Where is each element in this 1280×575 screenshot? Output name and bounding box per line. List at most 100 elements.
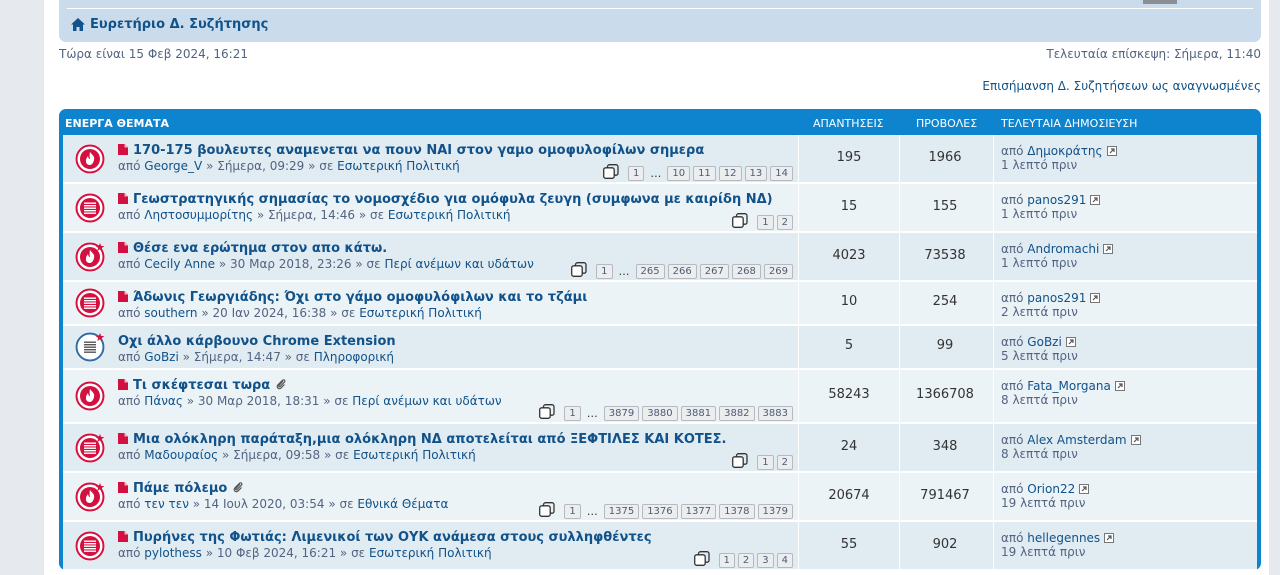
- page-link[interactable]: 1: [718, 552, 735, 568]
- page-link[interactable]: 2: [776, 454, 793, 470]
- forum-link[interactable]: Εσωτερική Πολιτική: [369, 546, 492, 560]
- topic-list-icon[interactable]: [75, 531, 105, 561]
- forum-link[interactable]: Εσωτερική Πολιτική: [359, 306, 482, 320]
- last-author-link[interactable]: panos291: [1027, 193, 1086, 207]
- author-link[interactable]: George_V: [144, 159, 202, 173]
- author-link[interactable]: Ληστοσυμμορίτης: [144, 208, 253, 222]
- goto-last-post-icon[interactable]: [1099, 242, 1114, 256]
- page-link[interactable]: 1: [564, 503, 581, 519]
- mark-forums-read-link[interactable]: Επισήμανση Δ. Συζητήσεων ως αναγνωσμένες: [982, 79, 1261, 93]
- page-link[interactable]: 265: [635, 263, 665, 279]
- topic-title-link[interactable]: Οχι άλλο κάρβουνο Chrome Extension: [118, 334, 396, 349]
- page-link[interactable]: 3879: [603, 405, 640, 421]
- newest-post-icon[interactable]: [118, 530, 128, 545]
- author-link[interactable]: pylothess: [144, 546, 202, 560]
- forum-link[interactable]: Εσωτερική Πολιτική: [388, 208, 511, 222]
- topic-title-link[interactable]: Θέσε ενα ερώτημα στον απο κάτω.: [133, 241, 387, 256]
- last-author-link[interactable]: panos291: [1027, 291, 1086, 305]
- page-link[interactable]: 10: [667, 165, 691, 181]
- page-link[interactable]: 268: [731, 263, 761, 279]
- page-link[interactable]: 13: [744, 165, 768, 181]
- forum-link[interactable]: Εσωτερική Πολιτική: [337, 159, 460, 173]
- page-link[interactable]: 3882: [719, 405, 755, 421]
- newest-post-icon[interactable]: [118, 192, 128, 207]
- forum-link[interactable]: Εθνικά Θέματα: [357, 497, 448, 511]
- goto-last-post-icon[interactable]: [1075, 482, 1090, 496]
- author-link[interactable]: Πάνας: [144, 394, 183, 408]
- topic-title-link[interactable]: Γεωστρατηγικής σημασίας το νομοσχέδιο γι…: [133, 192, 773, 207]
- page-link[interactable]: 1379: [757, 503, 793, 519]
- forum-link[interactable]: Εσωτερική Πολιτική: [353, 448, 476, 462]
- author-link[interactable]: τεν τεν: [144, 497, 189, 511]
- author-link[interactable]: Cecily Anne: [144, 257, 215, 271]
- document-icon: [118, 481, 128, 493]
- topic-list-mine-icon[interactable]: [75, 433, 105, 463]
- page-link[interactable]: 3883: [757, 405, 793, 421]
- newest-post-icon[interactable]: [118, 241, 128, 256]
- goto-last-post-icon[interactable]: [1086, 193, 1101, 207]
- forum-link[interactable]: Πληροφορική: [314, 350, 394, 364]
- page-link[interactable]: 2: [737, 552, 755, 568]
- last-author-link[interactable]: Δημοκράτης: [1027, 144, 1102, 158]
- forum-link[interactable]: Περί ανέμων και υδάτων: [352, 394, 501, 408]
- last-author-link[interactable]: GoBzi: [1027, 335, 1062, 349]
- post-date: » Σήμερα, 14:47 » σε: [178, 350, 314, 364]
- page-link[interactable]: 1: [627, 165, 645, 181]
- topic-title-link[interactable]: Πάμε πόλεμο: [133, 481, 227, 496]
- topic-title-link[interactable]: Μια ολόκληρη παράταξη,μια ολόκληρη ΝΔ απ…: [133, 432, 726, 447]
- page-link[interactable]: 1376: [642, 503, 678, 519]
- last-author-link[interactable]: Andromachi: [1027, 242, 1099, 256]
- breadcrumb[interactable]: Ευρετήριο Δ. Συζήτησης: [71, 17, 268, 32]
- page-link[interactable]: 1: [564, 405, 581, 421]
- page-link[interactable]: 1377: [680, 503, 717, 519]
- last-author-link[interactable]: Orion22: [1027, 482, 1075, 496]
- avatar[interactable]: [1143, 0, 1177, 4]
- page-link[interactable]: 266: [667, 263, 697, 279]
- forum-link[interactable]: Περί ανέμων και υδάτων: [384, 257, 533, 271]
- page-link[interactable]: 11: [693, 165, 716, 181]
- page-link[interactable]: 3: [757, 552, 774, 568]
- goto-last-post-icon[interactable]: [1062, 335, 1076, 349]
- hot-topic-icon[interactable]: [75, 381, 105, 411]
- topic-title-link[interactable]: Τι σκέφτεσαι τωρα: [133, 378, 270, 393]
- page-link[interactable]: 1375: [603, 503, 640, 519]
- page-link[interactable]: 14: [770, 165, 793, 181]
- newest-post-icon[interactable]: [118, 290, 128, 305]
- page-link[interactable]: 1: [757, 454, 774, 470]
- page-link[interactable]: 12: [718, 165, 742, 181]
- author-link[interactable]: Μαδουραίος: [144, 448, 218, 462]
- last-author-link[interactable]: Fata_Morgana: [1027, 379, 1111, 393]
- topic-list-icon[interactable]: [75, 288, 105, 318]
- author-link[interactable]: southern: [144, 306, 197, 320]
- goto-last-post-icon[interactable]: [1086, 291, 1101, 305]
- page-link[interactable]: 2: [776, 214, 793, 230]
- page-link[interactable]: 4: [776, 552, 793, 568]
- hot-topic-mine-icon[interactable]: [75, 242, 105, 272]
- goto-last-post-icon[interactable]: [1127, 433, 1141, 447]
- page-wrap: Ευρετήριο Δ. Συζήτησης Τώρα είναι 15 Φεβ…: [44, 0, 1269, 575]
- goto-last-post-icon[interactable]: [1100, 531, 1115, 545]
- last-author-link[interactable]: Alex Amsterdam: [1027, 433, 1126, 447]
- hot-topic-icon[interactable]: [75, 144, 105, 174]
- goto-last-post-icon[interactable]: [1111, 379, 1125, 393]
- newest-post-icon[interactable]: [118, 481, 128, 496]
- last-author-link[interactable]: hellegennes: [1027, 531, 1100, 545]
- author-link[interactable]: GoBzi: [144, 350, 179, 364]
- topic-read-mine-icon[interactable]: [75, 332, 105, 362]
- goto-last-post-icon[interactable]: [1103, 144, 1117, 158]
- topic-list-icon[interactable]: [75, 193, 105, 223]
- topic-title-link[interactable]: 170-175 βουλευτες αναμενεται να πουν ΝΑΙ…: [133, 143, 704, 158]
- page-link[interactable]: 1: [596, 263, 613, 279]
- newest-post-icon[interactable]: [118, 378, 128, 393]
- page-link[interactable]: 1378: [719, 503, 755, 519]
- newest-post-icon[interactable]: [118, 432, 128, 447]
- page-link[interactable]: 1: [757, 214, 774, 230]
- topic-title-link[interactable]: Πυρήνες της Φωτιάς: Λιμενικοί των ΟΥΚ αν…: [133, 530, 652, 545]
- page-link[interactable]: 3880: [642, 405, 678, 421]
- page-link[interactable]: 3881: [680, 405, 717, 421]
- topic-title-link[interactable]: Άδωνις Γεωργιάδης: Όχι στο γάμο ομοφυλόφ…: [133, 290, 587, 305]
- hot-topic-mine-icon[interactable]: [75, 482, 105, 512]
- newest-post-icon[interactable]: [118, 143, 128, 158]
- page-link[interactable]: 267: [699, 263, 729, 279]
- page-link[interactable]: 269: [763, 263, 793, 279]
